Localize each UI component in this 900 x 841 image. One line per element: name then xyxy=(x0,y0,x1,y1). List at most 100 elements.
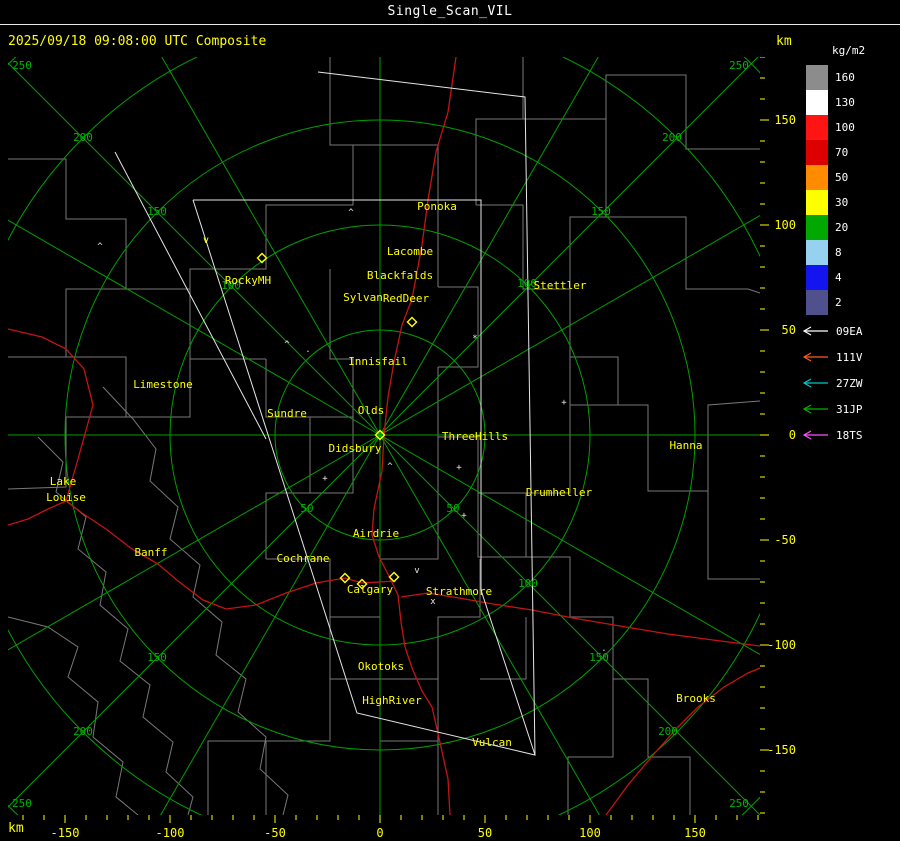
city-label: Ponoka xyxy=(417,200,457,213)
color-scale-value: 8 xyxy=(835,246,842,259)
vector-id-label: 111V xyxy=(836,350,863,364)
bottom-axis-label: 0 xyxy=(376,826,383,840)
right-axis-label: 100 xyxy=(774,218,796,232)
color-scale-value: 160 xyxy=(835,71,855,84)
storm-vector-symbol: v xyxy=(203,235,209,246)
titlebar: Single_Scan_VIL xyxy=(0,0,900,25)
city-label: Strathmore xyxy=(426,585,492,598)
right-axis-label: -150 xyxy=(767,743,796,757)
county-boundary-line xyxy=(189,57,354,359)
color-scale-entry: 2 xyxy=(806,290,900,315)
color-scale-value: 4 xyxy=(835,271,842,284)
radar-vector-entry: 31JP xyxy=(800,396,900,422)
radar-vector-entry: 18TS xyxy=(800,422,900,448)
bottom-axis-label: -150 xyxy=(51,826,80,840)
highway-line xyxy=(605,667,760,815)
city-label: Sundre xyxy=(267,407,307,420)
county-boundary-line xyxy=(525,405,691,815)
vector-id-label: 09EA xyxy=(836,324,863,338)
bottom-axis-label: -100 xyxy=(156,826,185,840)
county-boundary-line xyxy=(265,359,311,559)
map-point-symbol: ^ xyxy=(97,242,103,252)
range-distance-label: 150 xyxy=(591,205,611,218)
map-point-symbol: + xyxy=(461,511,467,521)
map-point-symbol: + xyxy=(456,463,462,473)
city-label: Didsbury xyxy=(329,442,382,455)
range-distance-label: 250 xyxy=(729,797,749,810)
map-point-symbol: x xyxy=(430,597,436,607)
color-swatch xyxy=(806,215,828,240)
map-point-symbol: ^ xyxy=(387,462,393,472)
radar-vector-entry: 09EA xyxy=(800,318,900,344)
window-title: Single_Scan_VIL xyxy=(387,4,513,19)
bottom-axis-label: 150 xyxy=(684,826,706,840)
range-distance-label: 50 xyxy=(446,502,459,515)
color-scale-entry: 20 xyxy=(806,215,900,240)
bottom-axis-unit-label: km xyxy=(8,821,24,836)
color-scale-entry: 4 xyxy=(806,265,900,290)
color-swatch xyxy=(806,65,828,90)
map-point-symbol: . xyxy=(305,345,310,355)
county-boundary-line xyxy=(707,400,760,491)
highway-line xyxy=(400,592,760,647)
county-boundary-line xyxy=(380,437,439,560)
county-boundary-line xyxy=(207,740,266,815)
vector-arrow-icon xyxy=(802,404,828,414)
vector-id-label: 18TS xyxy=(836,428,863,442)
county-boundary-line xyxy=(477,493,526,558)
map-point-symbol: ^ xyxy=(284,340,290,350)
map-point-symbol: v xyxy=(414,566,419,576)
map-point-symbol: ^ xyxy=(348,208,354,218)
city-label: Brooks xyxy=(676,692,716,705)
range-distance-label: 250 xyxy=(12,59,32,72)
color-scale-entries: 160 130 100 70 50 30 20 8 4 2 xyxy=(806,65,900,315)
highway-line xyxy=(8,500,397,610)
county-boundary-line xyxy=(8,616,139,815)
azimuth-line xyxy=(379,434,600,815)
city-label: HighRiver xyxy=(362,694,422,707)
city-label: Airdrie xyxy=(353,527,399,540)
city-label: Olds xyxy=(358,404,385,417)
range-distance-label: 150 xyxy=(147,651,167,664)
range-distance-label: 250 xyxy=(12,797,32,810)
county-boundary-line xyxy=(567,679,614,815)
color-scale: kg/m2 160 130 100 70 50 30 20 8 4 2 xyxy=(806,44,900,315)
city-label: Hanna xyxy=(669,439,702,452)
city-label: Calgary xyxy=(347,583,394,596)
color-scale-entry: 30 xyxy=(806,190,900,215)
right-axis-label: -100 xyxy=(767,638,796,652)
color-scale-unit: kg/m2 xyxy=(832,44,866,57)
azimuth-line xyxy=(160,434,381,815)
city-label: Limestone xyxy=(133,378,193,391)
right-axis-label: 50 xyxy=(782,323,796,337)
city-label: Cochrane xyxy=(277,552,330,565)
bottom-axis-label: -50 xyxy=(264,826,286,840)
vector-arrow-icon xyxy=(802,430,828,440)
color-swatch xyxy=(806,115,828,140)
bottom-axis-label: 50 xyxy=(478,826,492,840)
county-boundary-line xyxy=(437,559,481,679)
city-label: Sylvan xyxy=(343,291,383,304)
city-label: Lake xyxy=(50,475,77,488)
city-label: Lacombe xyxy=(387,245,433,258)
county-boundary-line xyxy=(310,416,354,494)
county-boundary-line xyxy=(523,74,760,150)
range-distance-label: 150 xyxy=(147,205,167,218)
map-point-symbol: * xyxy=(472,334,477,344)
radar-site-marker xyxy=(406,316,418,328)
city-label: Innisfail xyxy=(348,355,408,368)
county-boundary-line xyxy=(618,404,760,580)
city-label: Louise xyxy=(46,491,86,504)
color-scale-value: 2 xyxy=(835,296,842,309)
radar-map-canvas[interactable]: 250 250250 250200 200200 200150 150150 150100 1… xyxy=(8,57,760,815)
color-scale-value: 30 xyxy=(835,196,849,209)
city-label: ThreeHills xyxy=(442,430,508,443)
color-scale-entry: 130 xyxy=(806,90,900,115)
color-scale-value: 100 xyxy=(835,121,855,134)
map-point-symbol: + xyxy=(561,398,567,408)
city-label: RockyMH xyxy=(225,274,271,287)
vector-arrow-icon xyxy=(802,326,828,336)
range-distance-label: 50 xyxy=(300,502,313,515)
map-point-symbol: . xyxy=(601,644,606,654)
color-scale-entry: 8 xyxy=(806,240,900,265)
